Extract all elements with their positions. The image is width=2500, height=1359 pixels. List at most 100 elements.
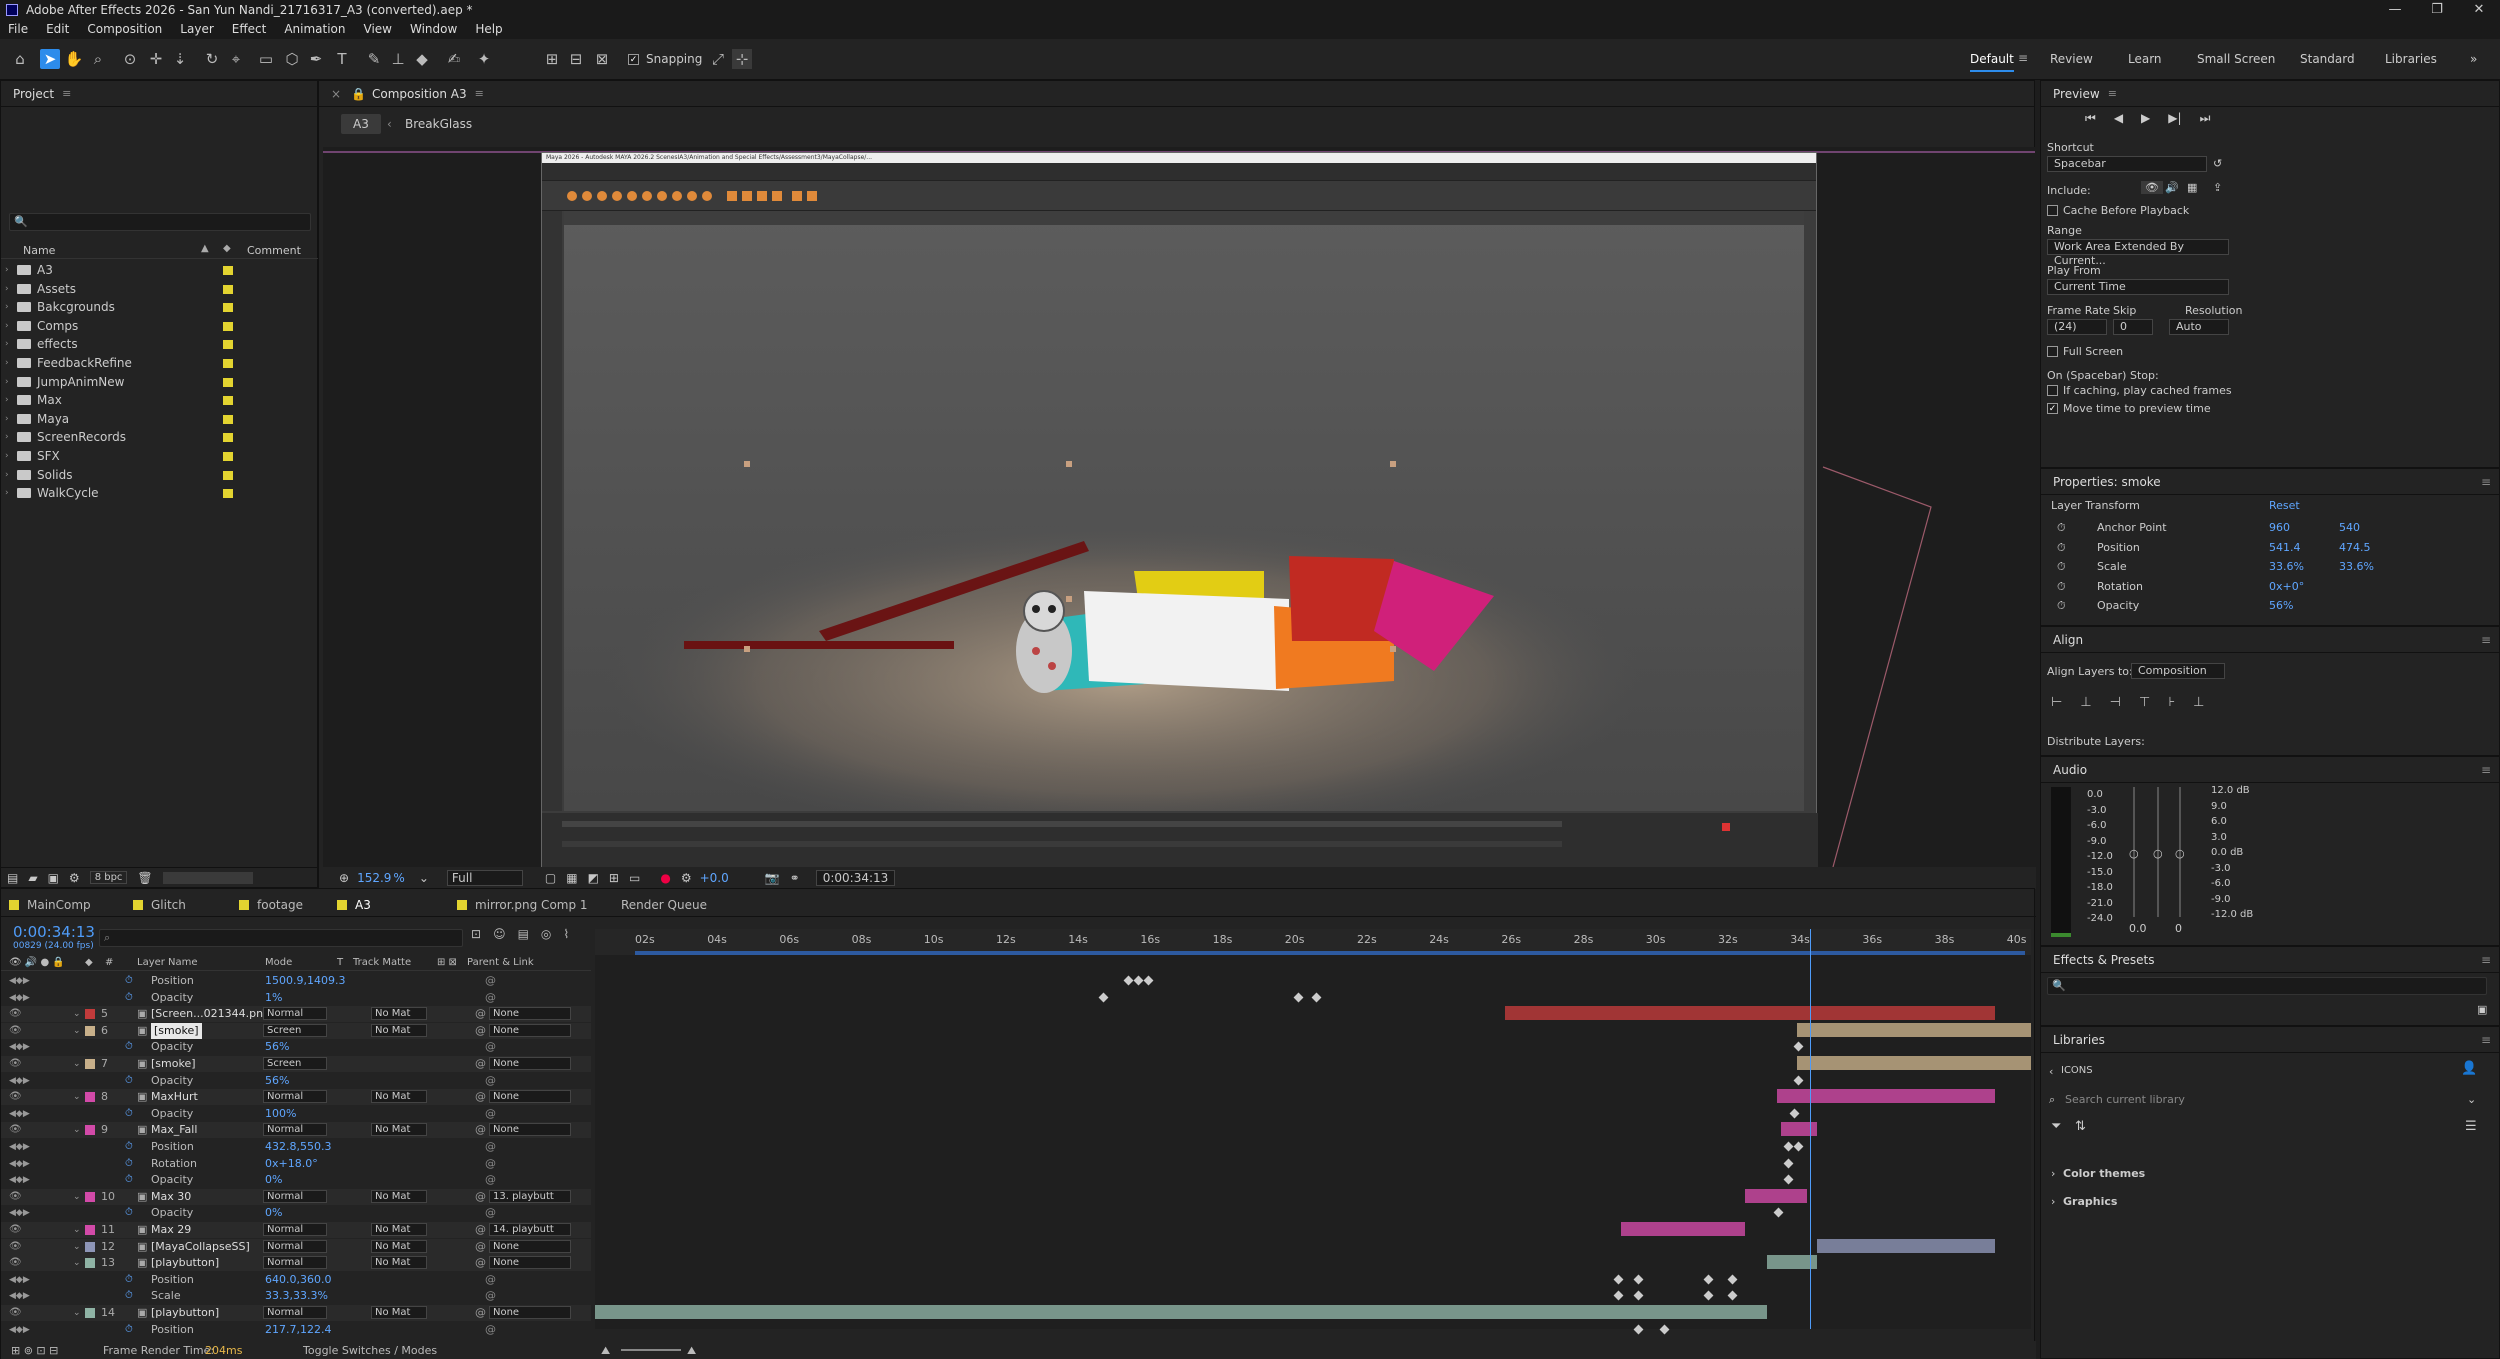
property-row[interactable]: ◀◆▶ ⏱ Opacity 1% @ bbox=[1, 990, 591, 1006]
layer-duration-bar[interactable] bbox=[1621, 1222, 1745, 1236]
layer-label-swatch[interactable] bbox=[85, 1308, 95, 1318]
new-comp-icon[interactable]: ▣ bbox=[48, 871, 59, 885]
parent-select[interactable]: None bbox=[489, 1239, 571, 1253]
track-matte-select[interactable]: No Mat bbox=[371, 1306, 427, 1319]
project-item[interactable]: › Bakcgrounds bbox=[1, 298, 319, 316]
layer-label-swatch[interactable] bbox=[85, 1225, 95, 1235]
frame-blending-icon[interactable]: ▤ bbox=[518, 927, 529, 941]
layer-name[interactable]: [smoke] bbox=[151, 1022, 202, 1039]
track-matte-select[interactable]: No Mat bbox=[371, 1090, 427, 1104]
stopwatch-icon[interactable]: ⏱ bbox=[2057, 599, 2066, 613]
project-item[interactable]: › WalkCycle bbox=[1, 484, 319, 502]
stopwatch-icon[interactable]: ⏱ bbox=[125, 1039, 133, 1055]
label-swatch[interactable] bbox=[223, 396, 233, 406]
stopwatch-icon[interactable]: ⏱ bbox=[125, 1205, 133, 1221]
workspace-review[interactable]: Review bbox=[2050, 52, 2093, 66]
blend-mode-select[interactable]: Normal bbox=[263, 1090, 327, 1104]
layer-name[interactable]: [smoke] bbox=[151, 1056, 196, 1072]
stopwatch-icon[interactable]: ⏱ bbox=[125, 1288, 133, 1304]
last-frame-icon[interactable]: ⏭ bbox=[2200, 111, 2211, 126]
blend-mode-select[interactable]: Screen bbox=[263, 1057, 327, 1070]
anchor-tool-icon[interactable]: ⌖ bbox=[226, 49, 246, 69]
include-overlays-icon[interactable]: ▦ bbox=[2187, 181, 2197, 194]
expression-pick-whip-icon[interactable]: @ bbox=[485, 1039, 496, 1055]
toggle-switches-button[interactable]: Toggle Switches / Modes bbox=[303, 1341, 437, 1359]
list-view-icon[interactable]: ☰ bbox=[2465, 1119, 2477, 1134]
layer-row[interactable]: 👁 ⌄ 6 ▣ [smoke] Screen No Mat @ None bbox=[1, 1022, 591, 1039]
layer-name[interactable]: [playbutton] bbox=[151, 1255, 219, 1271]
label-swatch[interactable] bbox=[223, 414, 233, 424]
lock-icon[interactable]: 🔒 bbox=[351, 87, 366, 101]
align-left-edges-icon[interactable]: ⊢ bbox=[2051, 695, 2062, 710]
label-swatch[interactable] bbox=[223, 266, 233, 275]
visibility-eye-icon[interactable]: 👁 bbox=[9, 1023, 22, 1039]
layer-label-swatch[interactable] bbox=[85, 1059, 95, 1069]
property-row[interactable]: ◀◆▶ ⏱ Opacity 56% @ bbox=[1, 1073, 591, 1089]
property-value-1[interactable]: 541.4 bbox=[2269, 541, 2301, 554]
expression-pick-whip-icon[interactable]: @ bbox=[485, 1288, 496, 1304]
layer-row[interactable]: 👁 ⌄ 12 ▣ [MayaCollapseSS] Normal No Mat @ None bbox=[1, 1238, 591, 1255]
project-item[interactable]: › Comps bbox=[1, 317, 319, 335]
property-value[interactable]: 1% bbox=[265, 990, 282, 1006]
draft-3d-icon[interactable]: ⊡ bbox=[471, 927, 481, 941]
stopwatch-icon[interactable]: ⏱ bbox=[125, 1139, 133, 1155]
label-swatch[interactable] bbox=[223, 284, 233, 294]
rotate-tool-icon[interactable]: ↻ bbox=[202, 49, 222, 69]
property-row[interactable]: ◀◆▶ ⏱ Position 1500.9,1409.3 @ bbox=[1, 973, 591, 989]
align-v-center-icon[interactable]: ⊦ bbox=[2168, 695, 2175, 710]
layer-row[interactable]: 👁 ⌄ 8 ▣ MaxHurt Normal No Mat @ None bbox=[1, 1089, 591, 1106]
expand-chevron-icon[interactable]: › bbox=[5, 391, 9, 409]
stopwatch-icon[interactable]: ⏱ bbox=[2057, 521, 2066, 535]
expand-chevron-icon[interactable]: › bbox=[5, 261, 9, 279]
thumbnail-slider[interactable] bbox=[162, 871, 253, 884]
panel-menu-icon[interactable]: ≡ bbox=[2481, 953, 2491, 967]
twirl-down-icon[interactable]: ⌄ bbox=[73, 1239, 81, 1255]
timeline-search-input[interactable]: ⌕ bbox=[99, 929, 463, 947]
track-matte-select[interactable]: No Mat bbox=[371, 1256, 427, 1270]
snapping-checkbox[interactable]: ✓ bbox=[628, 54, 639, 65]
mask-visibility-icon[interactable]: ◩ bbox=[588, 871, 599, 885]
twirl-down-icon[interactable]: ⌄ bbox=[73, 1255, 81, 1271]
visibility-eye-icon[interactable]: 👁 bbox=[9, 1089, 22, 1105]
composition-viewer[interactable]: Maya 2026 - Autodesk MAYA 2026.2 ScenesI… bbox=[323, 147, 2035, 867]
audio-slider-handle[interactable]: ○ bbox=[2129, 847, 2139, 860]
stopwatch-icon[interactable]: ⏱ bbox=[125, 973, 133, 989]
col-parent[interactable]: Parent & Link bbox=[467, 957, 534, 968]
audio-left-value[interactable]: 0.0 bbox=[2129, 922, 2147, 935]
property-value-2[interactable]: 33.6% bbox=[2339, 560, 2374, 573]
workspace-small-screen[interactable]: Small Screen bbox=[2197, 52, 2275, 66]
interpret-footage-icon[interactable]: ▤ bbox=[7, 871, 18, 885]
layer-duration-bar[interactable] bbox=[595, 1305, 1767, 1319]
workspace-learn[interactable]: Learn bbox=[2128, 52, 2162, 66]
library-section[interactable]: Graphics bbox=[2063, 1195, 2117, 1208]
resolution-select[interactable]: Full bbox=[446, 870, 523, 886]
transparency-grid-icon[interactable]: ▦ bbox=[566, 871, 577, 885]
range-select[interactable]: Work Area Extended By Current... bbox=[2047, 239, 2229, 267]
stopwatch-icon[interactable]: ⏱ bbox=[2057, 560, 2066, 574]
expand-chevron-icon[interactable]: › bbox=[5, 373, 9, 391]
label-swatch[interactable] bbox=[223, 452, 233, 461]
property-value[interactable]: 640.0,360.0 bbox=[265, 1272, 331, 1288]
keyframe-nav-icon[interactable]: ◀◆▶ bbox=[9, 1172, 30, 1188]
property-row[interactable]: ◀◆▶ ⏱ Opacity 0% @ bbox=[1, 1172, 591, 1188]
property-row[interactable]: ◀◆▶ ⏱ Opacity 100% @ bbox=[1, 1106, 591, 1122]
align-top-edges-icon[interactable]: ⊤ bbox=[2139, 695, 2150, 710]
timeline-graph[interactable]: 02s 04s 06s 08s 10s 12s 14s 16s 18s 20s 22s 24s 26s 2… bbox=[595, 929, 2031, 1335]
layer-row[interactable]: 👁 ⌄ 5 ▣ [Screen...021344.png] Normal No Mat @ No… bbox=[1, 1006, 591, 1023]
current-time-display[interactable]: 0:00:34:13 bbox=[815, 870, 896, 886]
property-value[interactable]: 33.3,33.3% bbox=[265, 1288, 328, 1304]
keyframe[interactable] bbox=[1659, 1324, 1670, 1335]
next-frame-icon[interactable]: ▶| bbox=[2168, 111, 2181, 126]
label-swatch[interactable] bbox=[223, 321, 233, 331]
roto-brush-tool-icon[interactable]: ✍ bbox=[444, 49, 464, 69]
exposure-value[interactable]: +0.0 bbox=[700, 871, 729, 885]
transform-handle[interactable] bbox=[744, 646, 750, 652]
stopwatch-icon[interactable]: ⏱ bbox=[125, 1322, 133, 1338]
timeline-zoom-slider[interactable] bbox=[621, 1349, 681, 1351]
export-icon[interactable]: ⇪ bbox=[2213, 181, 2222, 194]
rectangle-tool-icon[interactable]: ▭ bbox=[256, 49, 276, 69]
keyframe-nav-icon[interactable]: ◀◆▶ bbox=[9, 1039, 30, 1055]
expression-pick-whip-icon[interactable]: @ bbox=[485, 1139, 496, 1155]
layer-label-swatch[interactable] bbox=[85, 1092, 95, 1103]
stopwatch-icon[interactable]: ⏱ bbox=[125, 1106, 133, 1122]
